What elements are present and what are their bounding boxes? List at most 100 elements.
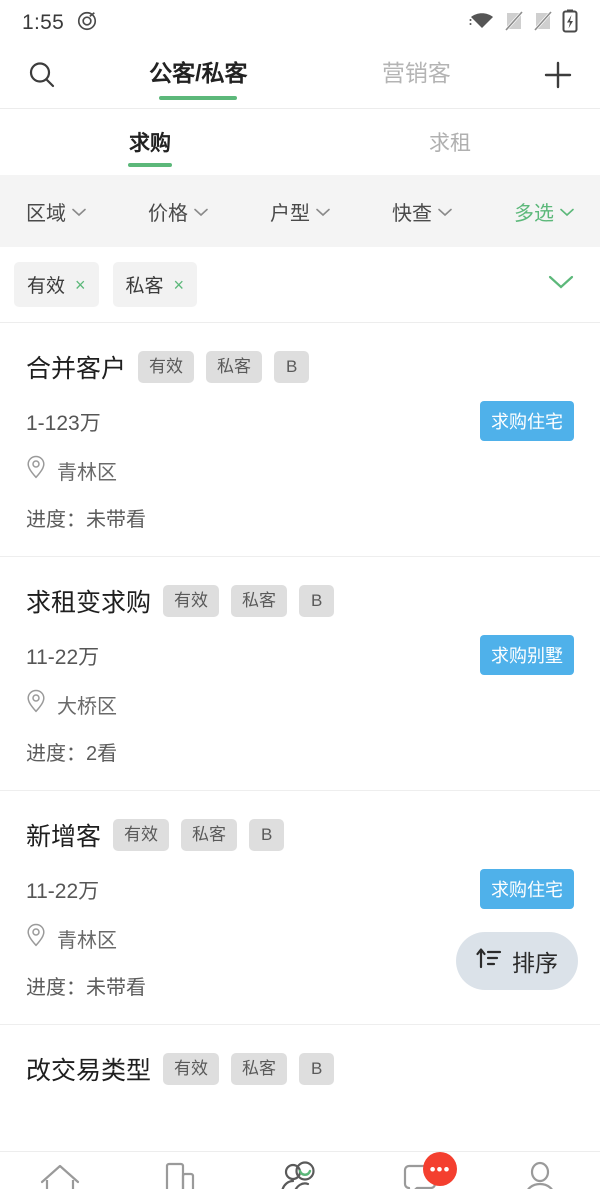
sort-button[interactable]: 排序 [456,932,578,990]
nav-item-house[interactable] [125,1152,235,1189]
card-title: 新增客 [26,823,102,851]
chip-private-client-label: 私客 [125,276,164,297]
card-price: 11-22万 [26,880,100,903]
filter-layout-label: 户型 [270,202,310,225]
search-icon [26,59,58,96]
card-tag: 有效 [113,819,170,851]
app-header: 公客/私客 营销客 [0,46,600,108]
filter-price-label: 价格 [148,202,188,225]
card-tag: B [249,819,285,851]
sort-icon [476,946,502,976]
chevron-down-icon [438,200,452,223]
chip-valid-label: 有效 [27,276,66,297]
nav-item-customers[interactable] [245,1152,355,1189]
card-progress: 进度：未带看 [26,509,146,531]
table-row[interactable]: 求租变求购 有效 私客 B 11-22万 大桥区 进度：2看 求购别墅 [0,557,600,791]
battery-charging-icon [562,9,578,38]
tab-rent[interactable]: 求租 [300,109,600,175]
card-tag: 私客 [206,351,263,383]
card-header: 新增客 有效 私客 B [26,817,574,853]
nav-item-messages[interactable]: ••• [365,1152,475,1189]
card-price: 11-22万 [26,646,100,669]
building-icon [158,1158,202,1189]
card-tag: 有效 [163,1053,220,1085]
filter-area-label: 区域 [26,202,66,225]
signal-off-icon [533,10,553,37]
card-location-row: 青林区 [26,455,574,485]
close-icon[interactable]: × [75,276,86,294]
expand-filters-button[interactable] [548,274,584,295]
card-tag: B [299,585,335,617]
header-tabs: 公客/私客 营销客 [62,54,538,100]
bottom-navigation: ••• [0,1151,600,1189]
card-header: 改交易类型 有效 私客 B [26,1051,574,1087]
wifi-icon [469,11,495,36]
status-bar: 1:55 [0,0,600,46]
map-pin-icon [26,689,46,719]
do-not-disturb-icon [76,10,98,37]
map-pin-icon [26,455,46,485]
status-badge: 求购住宅 [480,869,574,909]
nav-item-profile[interactable] [485,1152,595,1189]
plus-icon [540,57,576,98]
status-time: 1:55 [22,11,65,34]
card-tag: 私客 [231,585,288,617]
status-bar-left: 1:55 [22,10,98,37]
map-pin-icon [26,923,46,953]
card-tag: 有效 [163,585,220,617]
card-progress: 进度：2看 [26,743,118,765]
filter-multiselect[interactable]: 多选 [514,197,574,226]
status-bar-right [469,9,578,38]
signal-off-icon [504,10,524,37]
client-list: 合并客户 有效 私客 B 1-123万 青林区 进度：未带看 求购住宅 求租变求… [0,323,600,1133]
card-price: 1-123万 [26,412,101,435]
add-button[interactable] [538,57,578,98]
card-tag: 私客 [231,1053,288,1085]
card-location: 大桥区 [57,695,117,718]
header-tab-marketing[interactable]: 营销客 [382,54,451,100]
sub-tabs: 求购 求租 [0,109,600,175]
filter-area[interactable]: 区域 [26,197,86,226]
status-badge: ••• [423,1152,457,1186]
card-location: 青林区 [57,461,117,484]
table-row[interactable]: 改交易类型 有效 私客 B [0,1025,600,1133]
card-title: 改交易类型 [26,1057,152,1085]
card-location-row: 大桥区 [26,689,574,719]
customers-icon [277,1158,323,1189]
card-tag: B [274,351,310,383]
table-row[interactable]: 合并客户 有效 私客 B 1-123万 青林区 进度：未带看 求购住宅 [0,323,600,557]
filter-multiselect-label: 多选 [514,202,554,225]
chevron-down-icon [194,200,208,223]
chevron-down-icon [72,200,86,223]
sort-button-label: 排序 [512,950,558,976]
tab-buy[interactable]: 求购 [0,109,300,175]
chevron-down-icon [316,200,330,223]
active-filter-chips: 有效 × 私客 × [0,247,600,323]
filter-bar: 区域 价格 户型 快查 多选 [0,175,600,247]
header-tab-public-private[interactable]: 公客/私客 [149,54,247,100]
card-tag: 私客 [181,819,238,851]
home-icon [37,1158,83,1189]
card-header: 求租变求购 有效 私客 B [26,583,574,619]
card-tag: 有效 [138,351,195,383]
search-button[interactable] [22,59,62,96]
status-badge: 求购住宅 [480,401,574,441]
filter-price[interactable]: 价格 [148,197,208,226]
app-screen: 1:55 公客/私客 营销客 求购 求租 区域 价格 户型 快查 多选 有效 ×… [0,0,600,1189]
chip-private-client[interactable]: 私客 × [112,262,198,307]
person-icon [517,1158,563,1189]
chip-valid[interactable]: 有效 × [14,262,99,307]
card-header: 合并客户 有效 私客 B [26,349,574,385]
filter-layout[interactable]: 户型 [270,197,330,226]
card-title: 合并客户 [26,355,127,383]
nav-item-home[interactable] [5,1152,115,1189]
chevron-down-icon [560,200,574,223]
card-title: 求租变求购 [26,589,152,617]
card-location: 青林区 [57,929,117,952]
filter-quicksearch[interactable]: 快查 [392,197,452,226]
close-icon[interactable]: × [174,276,185,294]
chevron-down-icon [548,274,574,295]
filter-quicksearch-label: 快查 [392,202,432,225]
card-tag: B [299,1053,335,1085]
status-badge: 求购别墅 [480,635,574,675]
